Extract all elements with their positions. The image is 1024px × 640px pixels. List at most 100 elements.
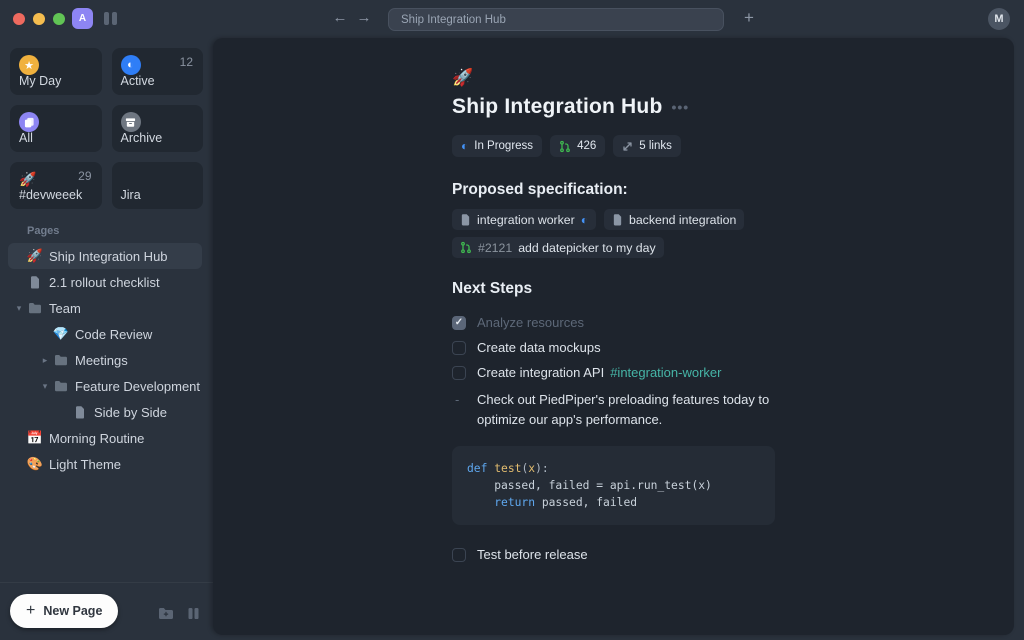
pages-section-header: Pages: [27, 225, 213, 237]
user-avatar[interactable]: M: [988, 8, 1010, 30]
window-titlebar: A ← → Ship Integration Hub + M: [0, 0, 1024, 38]
chip-integration-worker[interactable]: integration worker ◐: [452, 209, 596, 230]
rocket-icon: 🚀: [27, 248, 43, 264]
zoom-window-button[interactable]: [53, 13, 65, 25]
sidebar-item-rollout-checklist[interactable]: 2.1 rollout checklist: [8, 269, 202, 295]
code-line: passed, failed = api.run_test(x): [467, 477, 760, 494]
pull-request-badge[interactable]: 426: [550, 135, 605, 157]
tab-title: Ship Integration Hub: [401, 14, 506, 26]
chip-pr-2121[interactable]: #2121 add datepicker to my day: [452, 237, 664, 258]
card-label: My Day: [19, 74, 61, 88]
sidebar-item-side-by-side[interactable]: Side by Side: [8, 399, 202, 425]
badge-label: 426: [577, 140, 596, 152]
more-options-icon[interactable]: •••: [671, 99, 689, 115]
close-window-button[interactable]: [13, 13, 25, 25]
workspace-avatar[interactable]: A: [72, 8, 93, 29]
forward-button[interactable]: →: [354, 9, 374, 26]
page-title[interactable]: Ship Integration Hub: [452, 95, 662, 119]
document-tab[interactable]: Ship Integration Hub: [388, 8, 724, 31]
new-tab-button[interactable]: +: [739, 8, 759, 28]
chip-backend-integration[interactable]: backend integration: [604, 209, 744, 230]
code-line: return passed, failed: [467, 494, 760, 511]
folder-icon: [53, 380, 69, 392]
rocket-icon: 🚀: [19, 171, 36, 187]
in-progress-icon: ◐: [581, 214, 588, 226]
links-badge[interactable]: 5 links: [613, 135, 681, 157]
gem-icon: 💎: [53, 326, 69, 342]
page-label: Meetings: [75, 353, 128, 368]
todo-test-before-release: Test before release: [452, 542, 786, 567]
document-panel: 🚀 Ship Integration Hub ••• ◐ In Progress…: [213, 38, 1014, 635]
card-my-day[interactable]: ★ My Day: [10, 48, 102, 95]
sidebar-item-light-theme[interactable]: 🎨 Light Theme: [8, 451, 202, 477]
page-icon: [27, 276, 43, 289]
sidebar-item-meetings-folder[interactable]: ▸ Meetings: [8, 347, 202, 373]
sidebar-item-code-review[interactable]: 💎 Code Review: [8, 321, 202, 347]
card-devweeek[interactable]: 🚀 29 #devweeek: [10, 162, 102, 209]
chip-label: integration worker: [477, 213, 575, 227]
page-icon: [612, 214, 623, 226]
page-label: Ship Integration Hub: [49, 249, 168, 264]
sidebar-footer: + New Page: [0, 582, 213, 640]
palette-icon: 🎨: [27, 456, 43, 472]
chevron-right-icon[interactable]: ▸: [40, 355, 50, 366]
pull-request-icon: [559, 140, 571, 153]
page-label: Light Theme: [49, 457, 121, 472]
minimize-window-button[interactable]: [33, 13, 45, 25]
card-count: 29: [78, 169, 91, 183]
todo-label: Test before release: [477, 547, 588, 562]
sidebar: ★ My Day ◐ 12 Active All Archive 🚀 29: [0, 38, 213, 640]
new-page-button[interactable]: + New Page: [10, 594, 118, 628]
sidebar-item-morning-routine[interactable]: 📅 Morning Routine: [8, 425, 202, 451]
reading-list-icon[interactable]: [187, 607, 200, 620]
checkbox-unchecked[interactable]: [452, 366, 466, 380]
pr-chip-row: #2121 add datepicker to my day: [452, 237, 786, 258]
card-active[interactable]: ◐ 12 Active: [112, 48, 204, 95]
in-progress-icon: ◐: [461, 140, 468, 152]
quick-access-cards: ★ My Day ◐ 12 Active All Archive 🚀 29: [10, 48, 203, 209]
section-heading-proposed-specification: Proposed specification:: [452, 181, 786, 199]
sidebar-item-ship-integration-hub[interactable]: 🚀 Ship Integration Hub: [8, 243, 202, 269]
hashtag-integration-worker[interactable]: #integration-worker: [610, 365, 721, 380]
half-circle-icon: ◐: [121, 55, 141, 75]
star-icon: ★: [19, 55, 39, 75]
document-content: 🚀 Ship Integration Hub ••• ◐ In Progress…: [452, 38, 786, 567]
traffic-lights: [13, 13, 65, 25]
sidebar-toggle-icon[interactable]: [104, 12, 117, 25]
checkbox-checked[interactable]: ✓: [452, 316, 466, 330]
card-all[interactable]: All: [10, 105, 102, 152]
folder-icon: [27, 302, 43, 314]
chevron-down-icon[interactable]: ▾: [40, 381, 50, 392]
page-icon: [72, 406, 88, 419]
sidebar-item-team-folder[interactable]: ▾ Team: [8, 295, 202, 321]
back-button[interactable]: ←: [330, 9, 350, 26]
new-folder-icon[interactable]: [158, 607, 174, 620]
status-badge[interactable]: ◐ In Progress: [452, 135, 542, 157]
card-label: Archive: [121, 131, 163, 145]
checkbox-unchecked[interactable]: [452, 341, 466, 355]
page-label: Morning Routine: [49, 431, 144, 446]
todo-create-integration-api: Create integration API #integration-work…: [452, 360, 786, 385]
code-line: def test(x):: [467, 460, 760, 477]
card-archive[interactable]: Archive: [112, 105, 204, 152]
page-emoji-rocket-icon[interactable]: 🚀: [452, 68, 786, 88]
card-jira[interactable]: Jira: [112, 162, 204, 209]
page-label: Code Review: [75, 327, 152, 342]
todo-label: Analyze resources: [477, 315, 584, 330]
page-label: Team: [49, 301, 81, 316]
sidebar-item-feature-development-folder[interactable]: ▾ Feature Development: [8, 373, 202, 399]
page-label: Side by Side: [94, 405, 167, 420]
note-text: Check out PiedPiper's preloading feature…: [477, 392, 769, 427]
pr-title: add datepicker to my day: [518, 241, 655, 255]
todo-label: Create data mockups: [477, 340, 601, 355]
chevron-down-icon[interactable]: ▾: [14, 303, 24, 314]
list-dash: -: [455, 390, 459, 410]
checkbox-unchecked[interactable]: [452, 548, 466, 562]
checklist: ✓ Analyze resources Create data mockups …: [452, 310, 786, 385]
code-block[interactable]: def test(x): passed, failed = api.run_te…: [452, 446, 775, 525]
plus-icon: +: [26, 602, 35, 620]
calendar-icon: 📅: [27, 430, 43, 446]
pull-request-icon: [460, 241, 472, 254]
card-label: Active: [121, 74, 155, 88]
card-label: Jira: [121, 188, 141, 202]
